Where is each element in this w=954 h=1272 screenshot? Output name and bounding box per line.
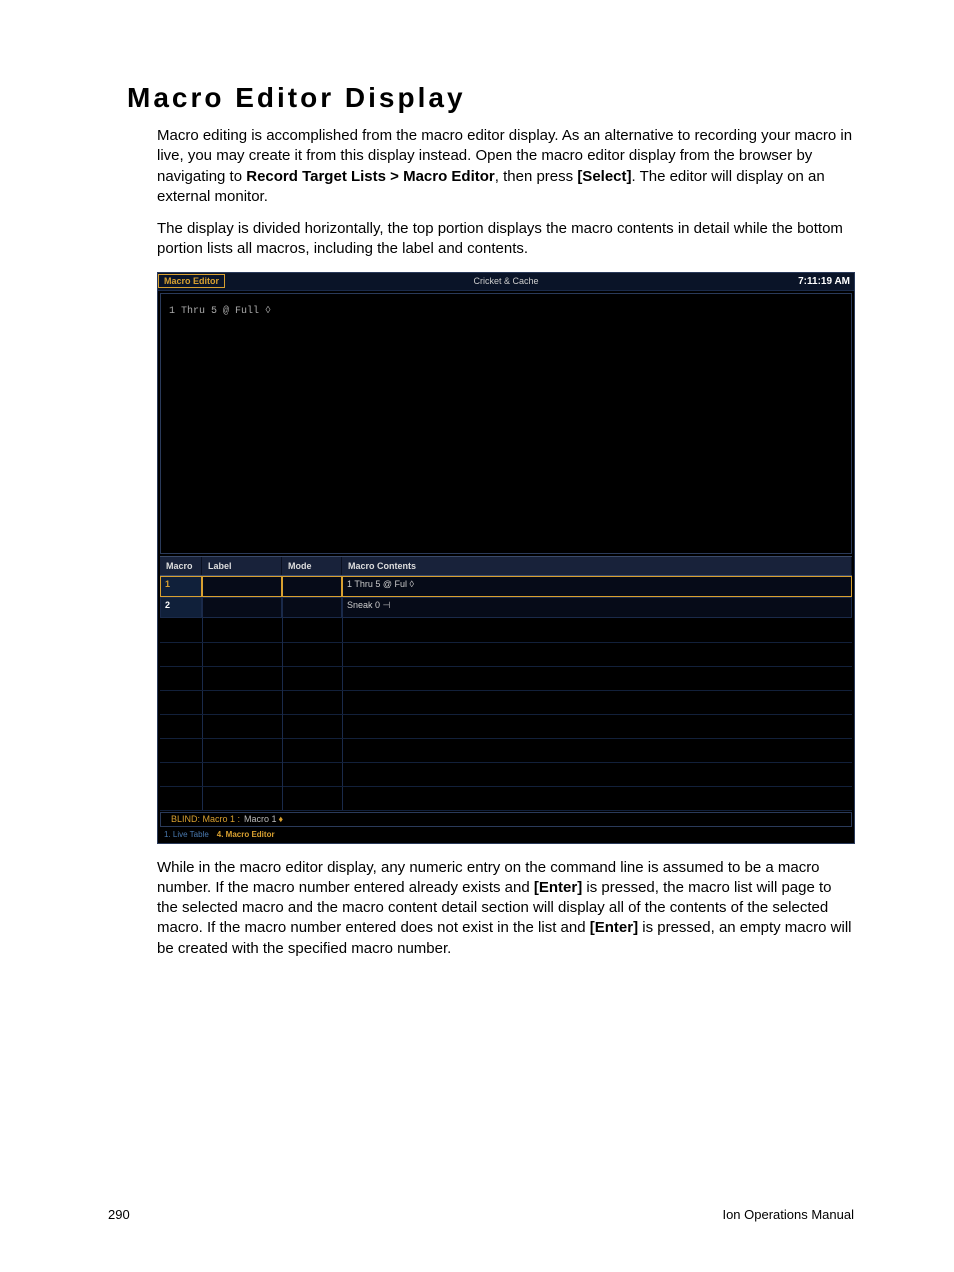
macro-editor-screenshot: Macro Editor Cricket & Cache 7:11:19 AM … <box>157 272 855 844</box>
cell-label[interactable] <box>202 597 282 618</box>
empty-rows-area <box>160 618 852 810</box>
cmd-terminator-icon: ♦ <box>279 814 284 824</box>
intro-paragraph-1: Macro editing is accomplished from the m… <box>157 126 854 207</box>
p1-part-c: , then press <box>495 168 578 185</box>
cell-macro-number[interactable]: 1 <box>160 576 202 597</box>
table-row[interactable]: 1 1 Thru 5 @ Ful ◊ <box>160 576 852 597</box>
tab-live-table[interactable]: 1. Live Table <box>164 830 209 839</box>
cell-contents[interactable]: Sneak 0 ⊣ <box>342 597 852 618</box>
clock-label: 7:11:19 AM <box>798 276 850 287</box>
manual-title: Ion Operations Manual <box>722 1207 854 1222</box>
p1-select-key: [Select] <box>577 168 631 185</box>
table-body: 1 1 Thru 5 @ Ful ◊ 2 Sneak 0 ⊣ <box>160 576 852 810</box>
cmd-prefix: BLIND: Macro 1 : <box>171 814 240 824</box>
page-number: 290 <box>108 1207 130 1222</box>
title-bar: Macro Editor Cricket & Cache 7:11:19 AM <box>158 273 854 291</box>
window-tab-macro-editor[interactable]: Macro Editor <box>158 274 225 288</box>
tab-macro-editor[interactable]: 4. Macro Editor <box>217 830 275 839</box>
p1-nav-path: Record Target Lists > Macro Editor <box>246 168 495 185</box>
macro-detail-pane: 1 Thru 5 @ Full ◊ <box>160 293 852 554</box>
col-header-label[interactable]: Label <box>202 557 282 575</box>
cell-macro-number[interactable]: 2 <box>160 597 202 618</box>
cell-mode[interactable] <box>282 597 342 618</box>
table-header-row: Macro Label Mode Macro Contents <box>160 556 852 576</box>
intro-paragraph-2: The display is divided horizontally, the… <box>157 219 854 260</box>
macro-detail-line: 1 Thru 5 @ Full ◊ <box>169 306 271 317</box>
command-line[interactable]: BLIND: Macro 1 : Macro 1 ♦ <box>160 812 852 827</box>
page-footer: 290 Ion Operations Manual <box>108 1207 854 1222</box>
p3-enter-key-1: [Enter] <box>534 879 582 896</box>
bottom-tab-bar: 1. Live Table 4. Macro Editor <box>158 829 854 843</box>
p3-enter-key-2: [Enter] <box>590 919 638 936</box>
post-paragraph: While in the macro editor display, any n… <box>157 858 854 959</box>
col-header-contents[interactable]: Macro Contents <box>342 557 852 575</box>
table-row[interactable]: 2 Sneak 0 ⊣ <box>160 597 852 618</box>
cell-contents[interactable]: 1 Thru 5 @ Ful ◊ <box>342 576 852 597</box>
page-heading: Macro Editor Display <box>127 82 854 114</box>
show-name-label: Cricket & Cache <box>158 276 854 286</box>
macro-list-table: Macro Label Mode Macro Contents 1 1 Thru… <box>160 556 852 810</box>
col-header-mode[interactable]: Mode <box>282 557 342 575</box>
cmd-entry: Macro 1 <box>244 814 277 824</box>
cell-label[interactable] <box>202 576 282 597</box>
col-header-macro[interactable]: Macro <box>160 557 202 575</box>
cell-mode[interactable] <box>282 576 342 597</box>
